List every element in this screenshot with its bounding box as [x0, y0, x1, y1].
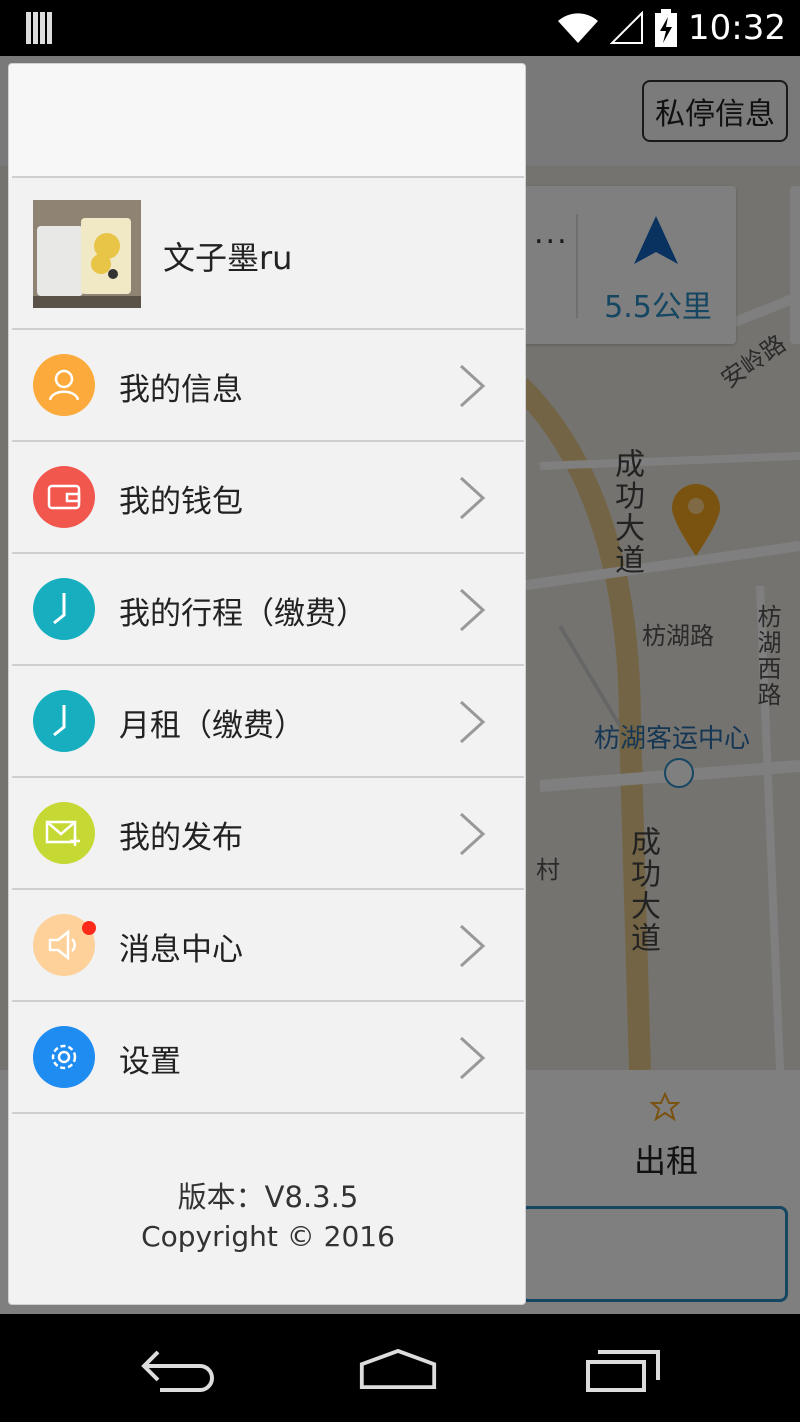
menu-label-message-center: 消息中心	[119, 932, 243, 968]
back-icon[interactable]	[138, 1344, 218, 1394]
menu-item-monthly-rent[interactable]: 月租（缴费）	[9, 666, 525, 776]
avatar-photo	[33, 200, 141, 308]
home-icon[interactable]	[358, 1344, 438, 1394]
menu-item-my-posts[interactable]: 我的发布	[9, 778, 525, 888]
copyright-text: Copyright © 2016	[141, 1220, 395, 1253]
person-icon	[33, 354, 95, 416]
version-text: 版本：V8.3.5	[177, 1180, 359, 1214]
menu-item-settings[interactable]: 设置	[9, 1002, 525, 1112]
menu-item-my-trips[interactable]: 我的行程（缴费）	[9, 554, 525, 664]
cell-signal-icon	[610, 11, 644, 44]
menu-item-my-wallet[interactable]: 我的钱包	[9, 442, 525, 552]
chevron-right-icon	[459, 476, 486, 520]
avatar[interactable]	[33, 200, 141, 308]
recent-apps-icon[interactable]	[584, 1344, 664, 1394]
drawer-header	[9, 64, 525, 177]
signal-bars-icon	[26, 12, 52, 44]
chevron-right-icon	[459, 812, 486, 856]
menu-label-monthly-rent: 月租（缴费）	[119, 708, 305, 744]
chevron-right-icon	[459, 700, 486, 744]
menu-label-settings: 设置	[119, 1044, 181, 1080]
screen: 10:32 私停信息 ... 5.5公里	[0, 0, 800, 1422]
mail-add-icon	[33, 802, 95, 864]
menu-item-my-info[interactable]: 我的信息	[9, 330, 525, 440]
clock-icon	[33, 578, 95, 640]
chevron-right-icon	[459, 1036, 486, 1080]
notification-badge	[82, 921, 96, 935]
username: 文子墨ru	[163, 239, 293, 277]
wifi-icon	[558, 13, 599, 43]
status-bar: 10:32	[0, 0, 800, 56]
chevron-right-icon	[459, 588, 486, 632]
system-nav-bar	[0, 1314, 800, 1422]
clock: 10:32	[688, 8, 786, 48]
menu-label-my-info: 我的信息	[119, 372, 243, 408]
status-icons: 10:32	[556, 6, 786, 50]
menu-label-my-wallet: 我的钱包	[119, 484, 243, 520]
gear-icon	[33, 1026, 95, 1088]
user-profile[interactable]: 文子墨ru	[9, 179, 525, 329]
clock-icon	[33, 690, 95, 752]
divider	[12, 176, 524, 178]
navigation-drawer: 文子墨ru 我的信息 我的钱包 我的行程（缴费） 月租（缴费） 我的发布 消息中…	[8, 63, 526, 1305]
menu-label-my-posts: 我的发布	[119, 820, 243, 856]
battery-charging-icon	[655, 9, 678, 47]
divider	[12, 1112, 524, 1114]
menu-label-my-trips: 我的行程（缴费）	[119, 596, 367, 632]
menu-item-message-center[interactable]: 消息中心	[9, 890, 525, 1000]
chevron-right-icon	[459, 924, 486, 968]
wallet-icon	[33, 466, 95, 528]
chevron-right-icon	[459, 364, 486, 408]
